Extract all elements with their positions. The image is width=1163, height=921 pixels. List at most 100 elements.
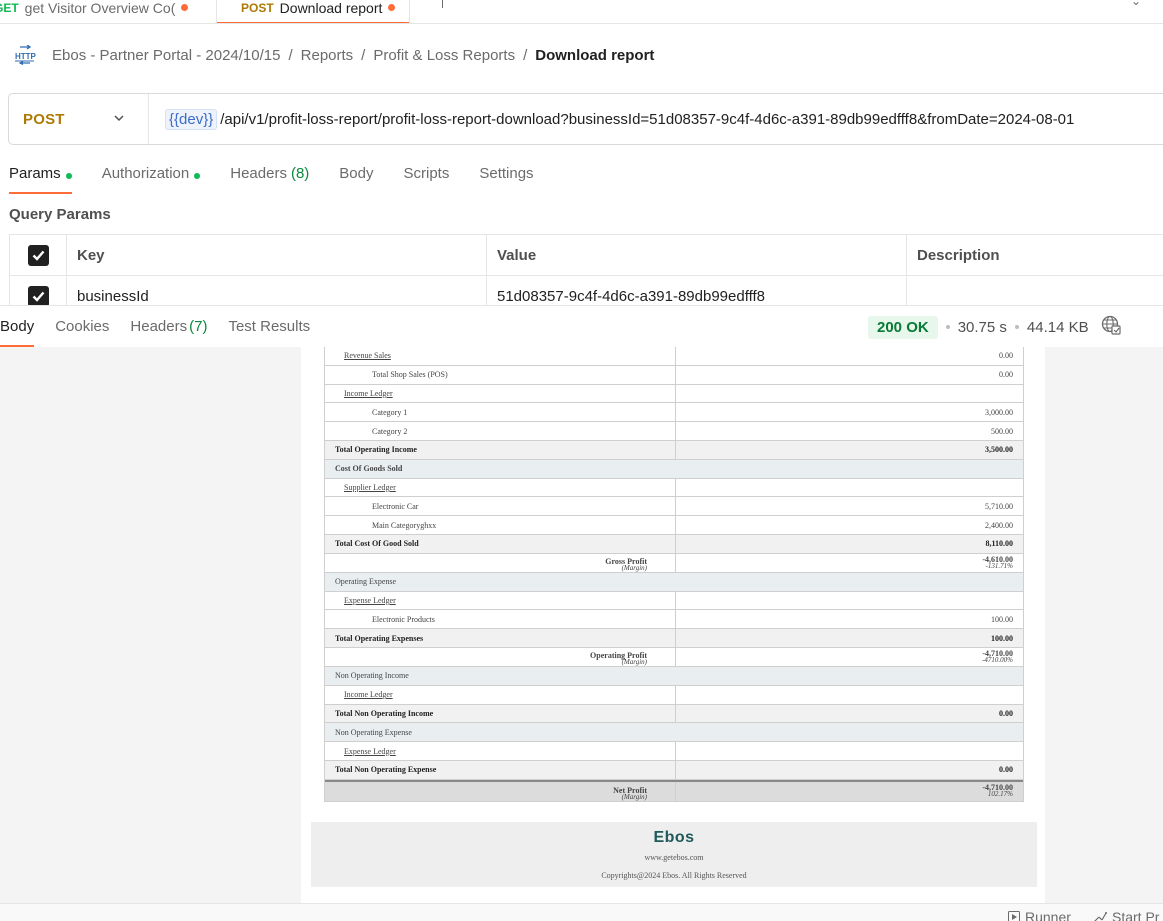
proxy-icon — [1093, 911, 1107, 921]
report-row: Supplier Ledger — [325, 478, 1023, 498]
report-row-value — [675, 478, 1023, 497]
tab-authorization[interactable]: Authorization — [102, 162, 201, 194]
report-row: Main Categoryghxx 2,400.00 — [325, 516, 1023, 535]
ebos-logo: Ebos — [653, 829, 695, 846]
report-row-value: 100.00 — [675, 629, 1023, 647]
select-all-checkbox-cell[interactable] — [9, 235, 66, 275]
tab-params[interactable]: Params — [9, 162, 72, 194]
request-tabs: Params Authorization Headers (8) Body Scr… — [9, 162, 564, 194]
report-row-label: Operating Profit (Margin) — [325, 648, 675, 666]
request-tab-download-report[interactable]: POST Download report — [216, 0, 410, 23]
url-input[interactable]: {{dev}} /api/v1/profit-loss-report/profi… — [149, 108, 1074, 130]
tab-label: Params — [9, 165, 61, 182]
checkbox-checked-icon[interactable] — [27, 244, 49, 266]
request-name[interactable]: Download report — [535, 47, 654, 64]
breadcrumb-collection[interactable]: Ebos - Partner Portal - 2024/10/15 — [52, 47, 280, 64]
report-row: Cost Of Goods Sold — [325, 459, 1023, 479]
tab-scripts[interactable]: Scripts — [404, 162, 450, 194]
report-row-value: 500.00 — [675, 422, 1023, 440]
response-tab-cookies[interactable]: Cookies — [55, 314, 109, 346]
report-row: Income Ledger — [325, 685, 1023, 705]
report-row-label: Category 1 — [372, 407, 408, 417]
tab-label: get Visitor Overview Co( — [24, 0, 176, 16]
profit-loss-report-table: Revenue Sales 0.00 Total Shop Sales (POS) 0… — [324, 347, 1024, 802]
report-row: Electronic Products 100.00 — [325, 610, 1023, 630]
report-row: Category 2 500.00 — [325, 422, 1023, 441]
report-row-value: 0.00 — [675, 365, 1023, 384]
report-row-label: Operating Expense — [335, 577, 397, 587]
response-time[interactable]: 30.75 s — [958, 319, 1007, 336]
report-footer: Ebos www.getebos.com Copyrights@2024 Ebo… — [311, 822, 1037, 887]
report-row-value: 0.00 — [675, 347, 1023, 365]
breadcrumb-folder-profit-loss[interactable]: Profit & Loss Reports — [373, 47, 515, 64]
response-tab-headers[interactable]: Headers (7) — [130, 314, 207, 346]
response-size[interactable]: 44.14 KB — [1027, 319, 1089, 336]
report-row-label: Electronic Products — [372, 614, 435, 624]
method-select[interactable]: POST — [9, 94, 149, 144]
report-row: Expense Ledger — [325, 742, 1023, 761]
report-row-label: Revenue Sales — [344, 351, 391, 361]
response-toolbar: Body Cookies Headers (7) Test Results 200… — [0, 305, 1163, 347]
response-tab-test-results[interactable]: Test Results — [228, 314, 310, 346]
query-params-title: Query Params — [9, 206, 111, 223]
runner-icon — [1008, 911, 1020, 921]
margin-value: -4710.00% — [982, 655, 1013, 664]
globe-network-icon[interactable] — [1101, 315, 1121, 339]
report-row-value: -4,610.00 -131.71% — [675, 553, 1023, 572]
tab-label: Download report — [279, 0, 383, 16]
tab-label: Test Results — [228, 318, 311, 335]
response-tab-body[interactable]: Body — [0, 314, 35, 347]
report-row-label: Total Non Operating Expense — [335, 765, 437, 775]
column-header-key: Key — [66, 235, 486, 275]
breadcrumb-folder-reports[interactable]: Reports — [301, 47, 354, 64]
report-row-value — [675, 591, 1023, 610]
report-row: Total Non Operating Expense 0.00 — [325, 760, 1023, 780]
report-row-label: Income Ledger — [344, 690, 393, 700]
footer-website: www.getebos.com — [644, 853, 704, 862]
report-row: Income Ledger — [325, 384, 1023, 404]
status-badge[interactable]: 200 OK — [868, 315, 938, 339]
report-row: Net Profit (Margin) -4,710.00 102.17% — [325, 779, 1023, 802]
tab-label: Headers — [230, 165, 287, 182]
url-bar: POST {{dev}} /api/v1/profit-loss-report/… — [8, 93, 1163, 145]
report-row-value: -4,710.00 102.17% — [675, 781, 1023, 801]
report-row-value: 3,000.00 — [675, 403, 1023, 422]
tab-label: Body — [339, 165, 374, 182]
report-row-value: 0.00 — [675, 704, 1023, 723]
report-row: Gross Profit (Margin) -4,610.00 -131.71% — [325, 553, 1023, 573]
checkbox-checked-icon[interactable] — [27, 285, 49, 307]
response-tabs: Body Cookies Headers (7) Test Results — [0, 314, 331, 347]
report-row-label: Expense Ledger — [344, 746, 396, 756]
environment-variable-chip[interactable]: {{dev}} — [165, 108, 218, 130]
separator-dot — [1014, 325, 1019, 329]
chevron-down-icon[interactable]: ⌄ — [1131, 0, 1141, 8]
report-row-label: Expense Ledger — [344, 595, 396, 605]
tab-body[interactable]: Body — [339, 162, 373, 194]
http-request-icon: HTTP — [14, 45, 36, 65]
report-row-label: Total Operating Expenses — [335, 633, 424, 643]
report-row-value: -4,710.00 -4710.00% — [675, 647, 1023, 666]
report-row-value: 0.00 — [675, 760, 1023, 779]
margin-label: (Margin) — [621, 657, 647, 666]
tab-headers[interactable]: Headers (8) — [230, 162, 309, 194]
start-proxy-button[interactable]: Start Pr — [1093, 909, 1159, 921]
active-dot-icon — [65, 173, 72, 179]
tab-method: POST — [241, 0, 274, 15]
breadcrumb: HTTP Ebos - Partner Portal - 2024/10/15 … — [14, 44, 654, 66]
breadcrumb-separator: / — [288, 46, 293, 64]
tab-settings[interactable]: Settings — [479, 162, 533, 194]
margin-label: (Margin) — [621, 792, 647, 801]
request-tab-get-visitor-overview[interactable]: GET get Visitor Overview Co( — [0, 0, 194, 23]
report-row-label: Income Ledger — [344, 388, 393, 398]
report-row: Operating Expense — [325, 572, 1023, 592]
report-row: Total Non Operating Income 0.00 — [325, 704, 1023, 724]
report-row: Category 1 3,000.00 — [325, 403, 1023, 423]
runner-label: Runner — [1025, 909, 1071, 921]
svg-text:HTTP: HTTP — [15, 52, 36, 61]
new-tab-button[interactable] — [442, 0, 443, 8]
runner-button[interactable]: Runner — [1008, 909, 1071, 921]
report-row-value — [675, 667, 1023, 685]
report-row-value: 5,710.00 — [675, 497, 1023, 516]
report-row-value — [675, 685, 1023, 704]
report-row-value — [675, 723, 1023, 741]
